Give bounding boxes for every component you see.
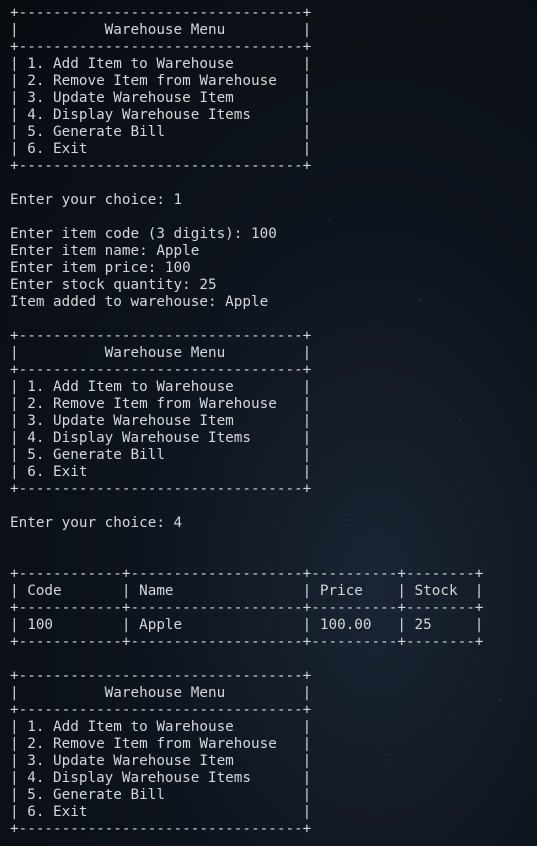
menu-1-option-exit: | 6. Exit | — [10, 141, 312, 157]
item-price-prompt: Enter item price: 100 — [10, 260, 191, 276]
menu-3-border-mid: +---------------------------------+ — [10, 702, 312, 718]
menu-1-option-update: | 3. Update Warehouse Item | — [10, 90, 312, 106]
menu-2-option-bill: | 5. Generate Bill | — [10, 447, 312, 463]
menu-3-option-exit: | 6. Exit | — [10, 804, 312, 820]
menu-1-option-bill: | 5. Generate Bill | — [10, 124, 312, 140]
menu-2-option-update: | 3. Update Warehouse Item | — [10, 413, 312, 429]
choice-prompt-1: Enter your choice: 1 — [10, 192, 183, 208]
menu-3-option-bill: | 5. Generate Bill | — [10, 787, 312, 803]
menu-1-border-bottom: +---------------------------------+ — [10, 158, 312, 174]
table-border-top: +------------+--------------------+-----… — [10, 566, 484, 582]
menu-1-option-remove: | 2. Remove Item from Warehouse | — [10, 73, 312, 89]
menu-2-title: | Warehouse Menu | — [10, 345, 312, 361]
table-border-bottom: +------------+--------------------+-----… — [10, 634, 484, 650]
choice-prompt-2: Enter your choice: 4 — [10, 515, 183, 531]
item-name-prompt: Enter item name: Apple — [10, 243, 200, 259]
menu-1-title: | Warehouse Menu | — [10, 22, 312, 38]
menu-2-option-remove: | 2. Remove Item from Warehouse | — [10, 396, 312, 412]
menu-3-border-top: +---------------------------------+ — [10, 668, 312, 684]
menu-3-option-add: | 1. Add Item to Warehouse | — [10, 719, 312, 735]
menu-1-option-add: | 1. Add Item to Warehouse | — [10, 56, 312, 72]
menu-1-border-top: +---------------------------------+ — [10, 5, 312, 21]
terminal-output[interactable]: +---------------------------------+ | War… — [10, 5, 483, 838]
menu-3-border-bottom: +---------------------------------+ — [10, 821, 312, 837]
item-code-prompt: Enter item code (3 digits): 100 — [10, 226, 277, 242]
table-border-mid: +------------+--------------------+-----… — [10, 600, 484, 616]
menu-2-option-add: | 1. Add Item to Warehouse | — [10, 379, 312, 395]
menu-1-border-mid: +---------------------------------+ — [10, 39, 312, 55]
menu-2-option-exit: | 6. Exit | — [10, 464, 312, 480]
table-row: | 100 | Apple | 100.00 | 25 | — [10, 617, 484, 633]
menu-3-option-remove: | 2. Remove Item from Warehouse | — [10, 736, 312, 752]
item-added-message: Item added to warehouse: Apple — [10, 294, 269, 310]
menu-2-border-mid: +---------------------------------+ — [10, 362, 312, 378]
menu-1-option-display: | 4. Display Warehouse Items | — [10, 107, 312, 123]
stock-quantity-prompt: Enter stock quantity: 25 — [10, 277, 217, 293]
menu-3-option-display: | 4. Display Warehouse Items | — [10, 770, 312, 786]
menu-3-title: | Warehouse Menu | — [10, 685, 312, 701]
menu-3-option-update: | 3. Update Warehouse Item | — [10, 753, 312, 769]
menu-2-border-top: +---------------------------------+ — [10, 328, 312, 344]
table-header-row: | Code | Name | Price | Stock | — [10, 583, 484, 599]
menu-2-border-bottom: +---------------------------------+ — [10, 481, 312, 497]
menu-2-option-display: | 4. Display Warehouse Items | — [10, 430, 312, 446]
